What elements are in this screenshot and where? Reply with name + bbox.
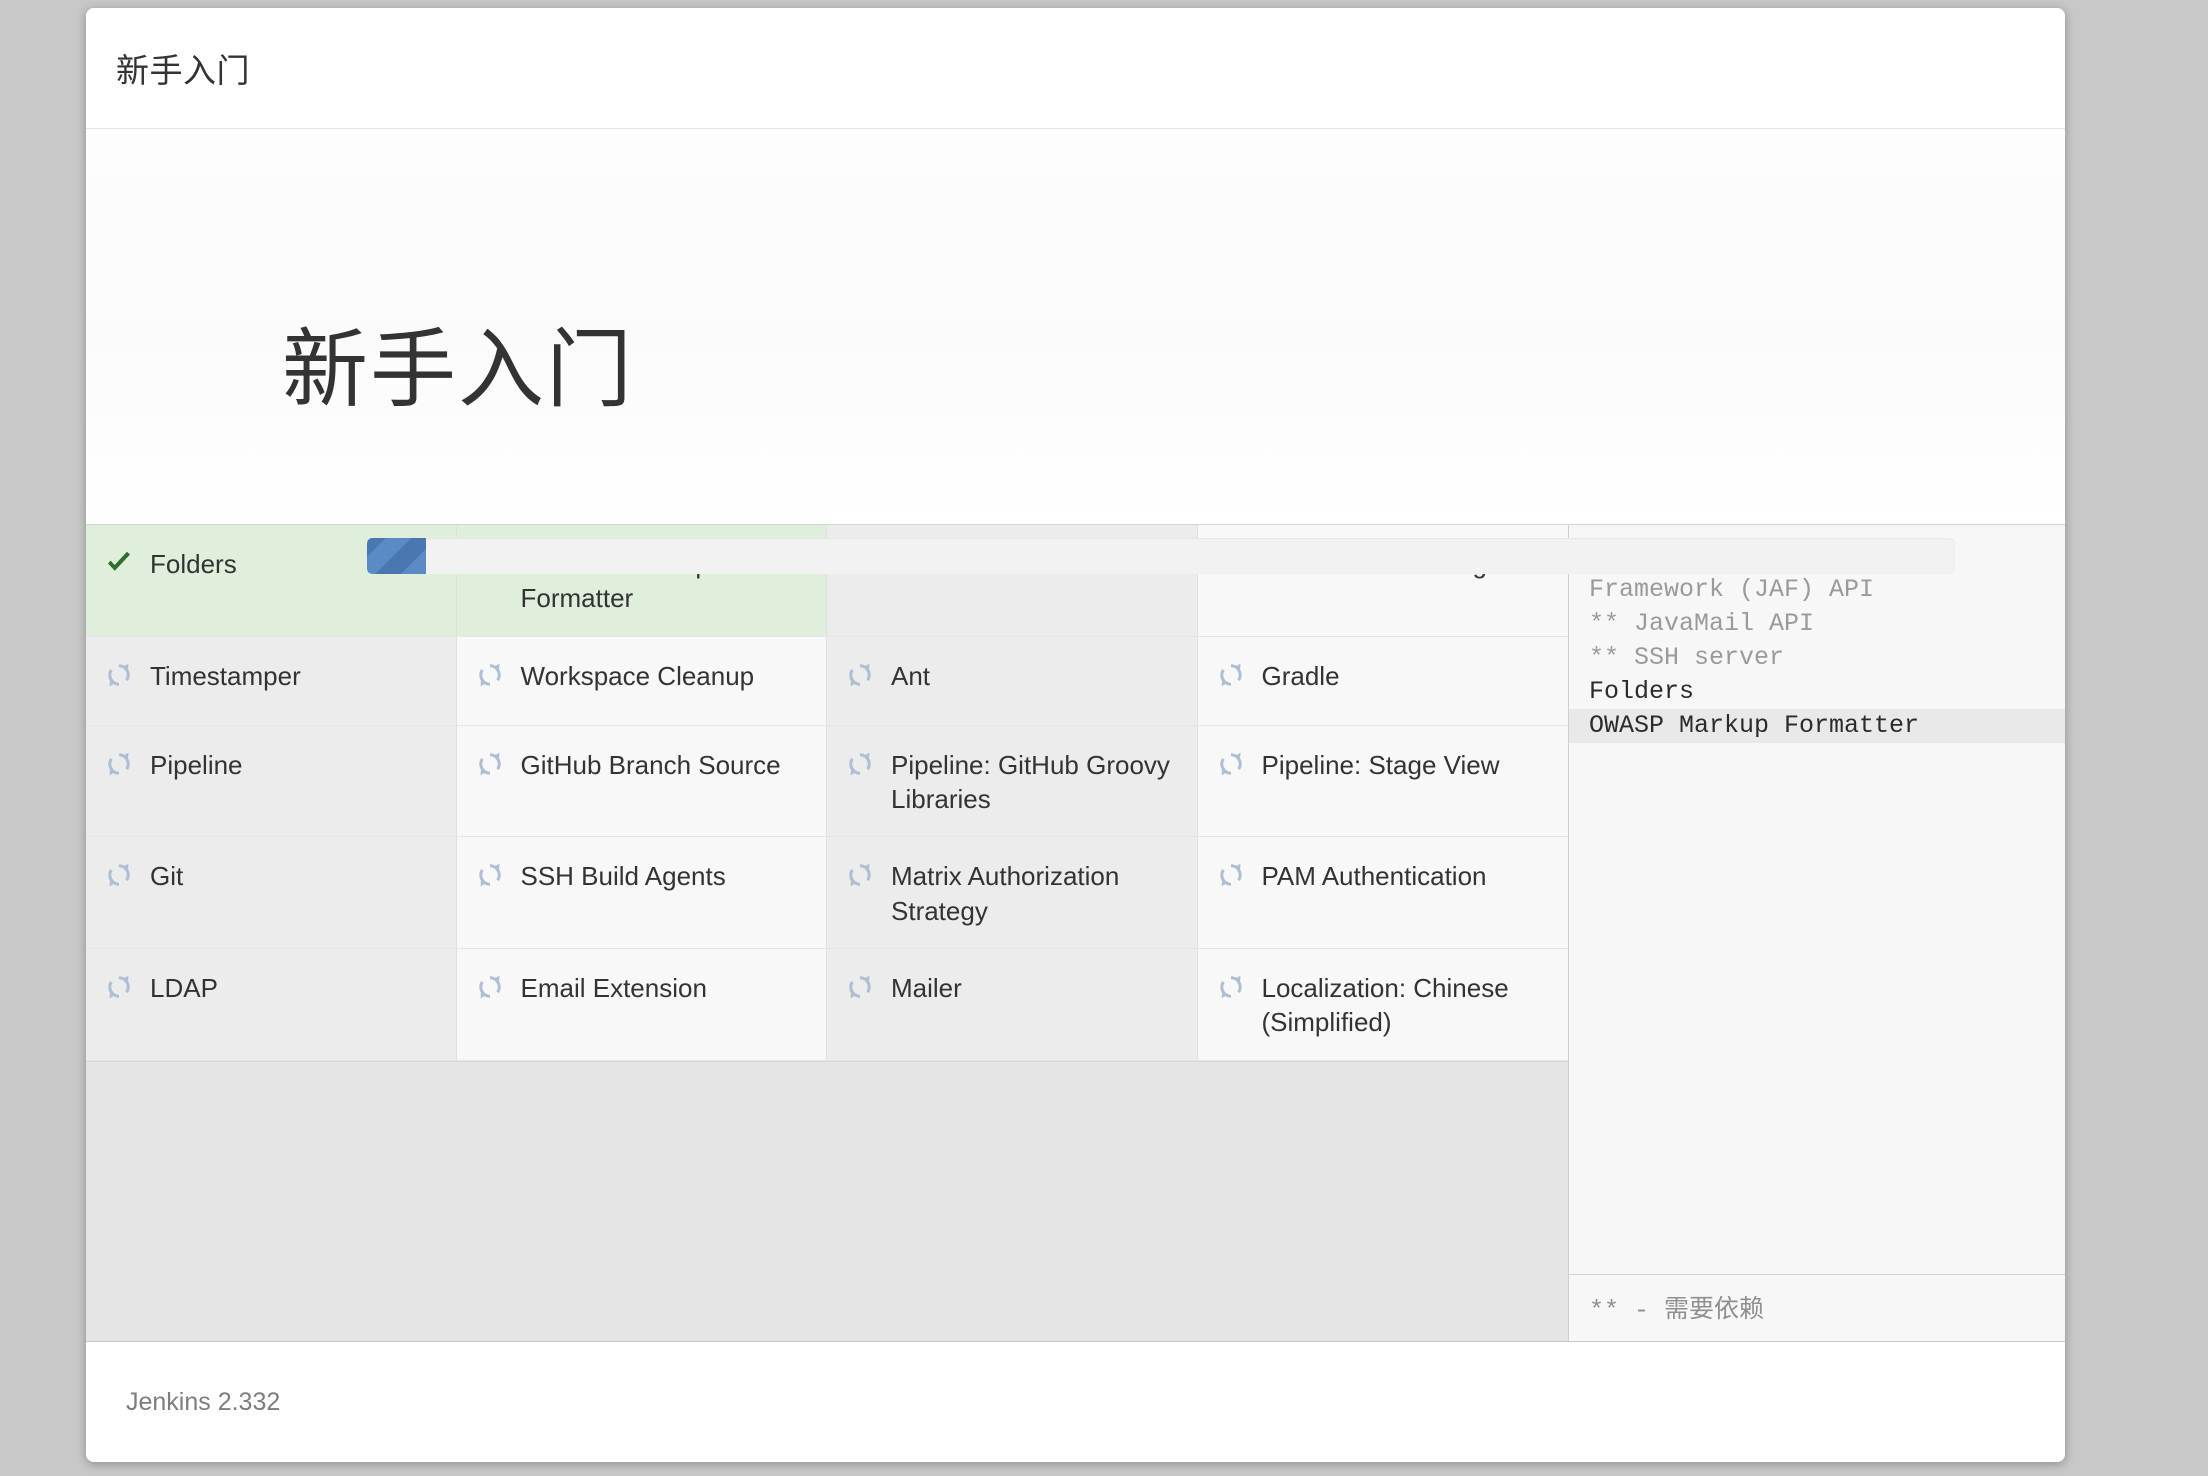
plugin-name-label: Mailer bbox=[891, 972, 962, 1003]
check-icon bbox=[108, 551, 130, 571]
spinner-icon bbox=[478, 975, 501, 999]
plugin-name-label: Matrix Authorization Strategy bbox=[891, 861, 1120, 926]
spinner-icon bbox=[1219, 975, 1242, 999]
install-log-line: ** JavaMail API bbox=[1589, 609, 1815, 638]
plugin-cell: Pipeline bbox=[86, 725, 457, 838]
plugin-cell: Pipeline: Stage View bbox=[1197, 725, 1568, 838]
plugin-cell: GitHub Branch Source bbox=[456, 725, 827, 838]
spinner-icon bbox=[1219, 752, 1242, 775]
spinner-icon bbox=[478, 863, 501, 887]
plugin-name-label: Email Extension bbox=[520, 972, 707, 1003]
plugin-name-label: GitHub Branch Source bbox=[520, 749, 781, 780]
plugin-cell: PAM Authentication bbox=[1197, 837, 1568, 949]
install-log-line: ** SSH server bbox=[1589, 643, 1785, 672]
plugin-cell: LDAP bbox=[86, 948, 457, 1061]
spinner-icon bbox=[1219, 863, 1242, 887]
plugin-grid: FoldersOWASP Markup FormatterBuild Timeo… bbox=[86, 525, 1568, 1062]
plugin-name-label: Pipeline: Stage View bbox=[1261, 749, 1500, 780]
plugin-cell: Timestamper bbox=[86, 636, 457, 726]
spinner-icon bbox=[108, 663, 130, 686]
setup-wizard-card: 新手入门 新手入门 FoldersOWASP Markup FormatterB… bbox=[86, 8, 2065, 1462]
wizard-hero-panel: 新手入门 bbox=[86, 129, 2065, 574]
plugin-name-label: Folders bbox=[150, 549, 237, 579]
spinner-icon bbox=[108, 752, 130, 775]
spinner-icon bbox=[849, 663, 871, 686]
spinner-icon bbox=[849, 975, 871, 999]
plugin-cell: Email Extension bbox=[456, 948, 827, 1061]
install-progress-fill bbox=[367, 538, 426, 574]
spinner-icon bbox=[478, 663, 501, 686]
plugin-name-label: Localization: Chinese (Simplified) bbox=[1261, 972, 1509, 1038]
plugin-name-label: Pipeline: GitHub Groovy Libraries bbox=[891, 749, 1170, 814]
spinner-icon bbox=[108, 975, 130, 999]
plugin-name-label: LDAP bbox=[150, 972, 218, 1003]
spinner-icon bbox=[849, 752, 871, 775]
plugin-cell: Pipeline: GitHub Groovy Libraries bbox=[827, 725, 1198, 838]
plugin-grid-area: FoldersOWASP Markup FormatterBuild Timeo… bbox=[86, 525, 1568, 1341]
install-log-panel: ** JavaBeans Activation Framework (JAF) … bbox=[1568, 525, 2065, 1341]
plugin-name-label: SSH Build Agents bbox=[520, 861, 726, 892]
wizard-title-bar: 新手入门 bbox=[86, 8, 2065, 129]
plugin-cell: SSH Build Agents bbox=[456, 837, 827, 949]
install-log-lines: ** JavaBeans Activation Framework (JAF) … bbox=[1569, 525, 2065, 1274]
plugin-cell: Gradle bbox=[1197, 636, 1568, 726]
plugin-cell: Git bbox=[86, 837, 457, 949]
plugin-name-label: Timestamper bbox=[150, 660, 301, 691]
plugin-cell: Workspace Cleanup bbox=[456, 636, 827, 726]
wizard-footer: Jenkins 2.332 bbox=[86, 1342, 2065, 1462]
plugin-cell: Ant bbox=[827, 636, 1198, 726]
plugin-name-label: Workspace Cleanup bbox=[520, 660, 755, 691]
page-title: 新手入门 bbox=[116, 52, 250, 89]
hero-heading: 新手入门 bbox=[282, 322, 634, 418]
plugin-name-label: PAM Authentication bbox=[1261, 861, 1487, 892]
plugin-name-label: Ant bbox=[891, 660, 931, 691]
plugin-name-label: Pipeline bbox=[150, 749, 243, 780]
plugin-cell: Localization: Chinese (Simplified) bbox=[1197, 948, 1568, 1061]
install-log-line: OWASP Markup Formatter bbox=[1569, 709, 2065, 743]
install-progress-bar bbox=[367, 538, 1955, 574]
plugin-grid-filler bbox=[86, 1061, 1568, 1341]
plugin-name-label: Gradle bbox=[1261, 660, 1340, 691]
plugin-name-label: Git bbox=[150, 861, 184, 892]
spinner-icon bbox=[478, 752, 501, 775]
dependency-legend: ** - 需要依赖 bbox=[1569, 1274, 2065, 1341]
spinner-icon bbox=[108, 863, 130, 887]
plugin-cell: Mailer bbox=[827, 948, 1198, 1061]
plugin-cell: Matrix Authorization Strategy bbox=[827, 837, 1198, 949]
install-log-line: Folders bbox=[1589, 677, 1695, 706]
jenkins-version-label: Jenkins 2.332 bbox=[126, 1387, 281, 1416]
spinner-icon bbox=[849, 863, 871, 887]
spinner-icon bbox=[1219, 663, 1242, 686]
installation-body: FoldersOWASP Markup FormatterBuild Timeo… bbox=[86, 525, 2065, 1342]
